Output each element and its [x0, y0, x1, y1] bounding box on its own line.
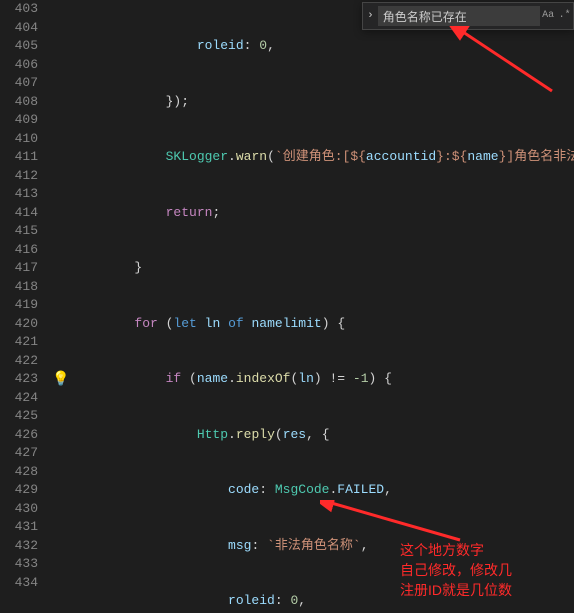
line-number: 403: [0, 0, 48, 19]
line-number: 404: [0, 19, 48, 38]
line-number: 428: [0, 463, 48, 482]
code-line[interactable]: for (let ln of namelimit) {: [72, 315, 574, 334]
line-number: 430: [0, 500, 48, 519]
lightbulb-icon[interactable]: 💡: [52, 371, 69, 390]
line-number: 421: [0, 333, 48, 352]
line-number: 434: [0, 574, 48, 593]
line-number: 422: [0, 352, 48, 371]
code-line[interactable]: msg: `非法角色名称`,: [72, 537, 574, 556]
code-line[interactable]: code: MsgCode.FAILED,: [72, 481, 574, 500]
code-line[interactable]: Http.reply(res, {: [72, 426, 574, 445]
line-number: 406: [0, 56, 48, 75]
line-number-gutter: 4034044054064074084094104114124134144154…: [0, 0, 48, 592]
code-line[interactable]: if (name.indexOf(ln) != -1) {: [72, 370, 574, 389]
line-number: 410: [0, 130, 48, 149]
code-line[interactable]: return;: [72, 204, 574, 223]
line-number: 424: [0, 389, 48, 408]
code-line[interactable]: }: [72, 259, 574, 278]
line-number: 407: [0, 74, 48, 93]
line-number: 420: [0, 315, 48, 334]
line-number: 425: [0, 407, 48, 426]
line-number: 415: [0, 222, 48, 241]
code-line[interactable]: SKLogger.warn(`创建角色:[${accountid}:${name…: [72, 148, 574, 167]
line-number: 429: [0, 481, 48, 500]
line-number: 408: [0, 93, 48, 112]
line-number: 417: [0, 259, 48, 278]
line-number: 426: [0, 426, 48, 445]
code-editor[interactable]: › Aa .* 40340440540640740840941041141241…: [0, 0, 574, 613]
line-number: 431: [0, 518, 48, 537]
code-line[interactable]: });: [72, 93, 574, 112]
line-number: 433: [0, 555, 48, 574]
line-number: 423: [0, 370, 48, 389]
line-number: 414: [0, 204, 48, 223]
line-number: 411: [0, 148, 48, 167]
line-number: 412: [0, 167, 48, 186]
line-number: 416: [0, 241, 48, 260]
line-number: 413: [0, 185, 48, 204]
line-number: 427: [0, 444, 48, 463]
line-number: 405: [0, 37, 48, 56]
code-line[interactable]: roleid: 0,: [72, 37, 574, 56]
line-number: 418: [0, 278, 48, 297]
line-number: 432: [0, 537, 48, 556]
code-area[interactable]: roleid: 0, }); SKLogger.warn(`创建角色:[${ac…: [72, 0, 574, 613]
line-number: 409: [0, 111, 48, 130]
line-number: 419: [0, 296, 48, 315]
code-line[interactable]: roleid: 0,: [72, 592, 574, 611]
